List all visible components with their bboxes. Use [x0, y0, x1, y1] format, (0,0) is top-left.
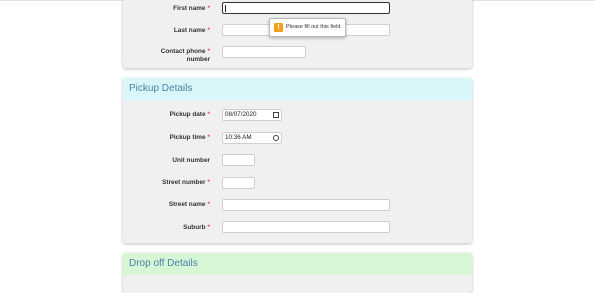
contact-phone-label: Contact phone * number [160, 48, 210, 63]
first-name-label: First name * [173, 5, 210, 12]
street-number-input[interactable] [222, 177, 255, 189]
street-name-label: Street name * [168, 201, 210, 208]
calendar-icon[interactable] [273, 112, 279, 118]
pickup-details-header: Pickup Details [123, 78, 472, 100]
dropoff-details-header: Drop off Details [123, 253, 472, 275]
contact-phone-input[interactable] [222, 46, 306, 58]
street-number-label: Street number * [162, 179, 210, 186]
warning-icon: ! [274, 23, 283, 32]
text-caret [225, 5, 226, 12]
pickup-time-input[interactable]: 10:36 AM [222, 132, 282, 144]
last-name-label: Last name * [173, 27, 210, 34]
first-name-input[interactable] [222, 2, 390, 14]
tooltip-message: Please fill out this field. [286, 24, 342, 30]
suburb-input[interactable] [222, 221, 390, 233]
unit-number-label: Unit number [172, 157, 210, 164]
clock-icon[interactable] [273, 135, 279, 141]
pickup-date-label: Pickup date * [169, 111, 210, 118]
street-name-input[interactable] [222, 199, 390, 211]
pickup-date-input[interactable]: 08/07/2020 [222, 109, 282, 121]
pickup-details-card: Pickup Details Pickup date * 08/07/2020 P… [123, 78, 472, 243]
validation-tooltip: ! Please fill out this field. [269, 18, 346, 37]
pickup-time-label: Pickup time * [169, 134, 210, 141]
unit-number-input[interactable] [222, 154, 255, 166]
dropoff-details-card: Drop off Details [123, 253, 472, 293]
suburb-label: Suburb * [183, 224, 210, 231]
